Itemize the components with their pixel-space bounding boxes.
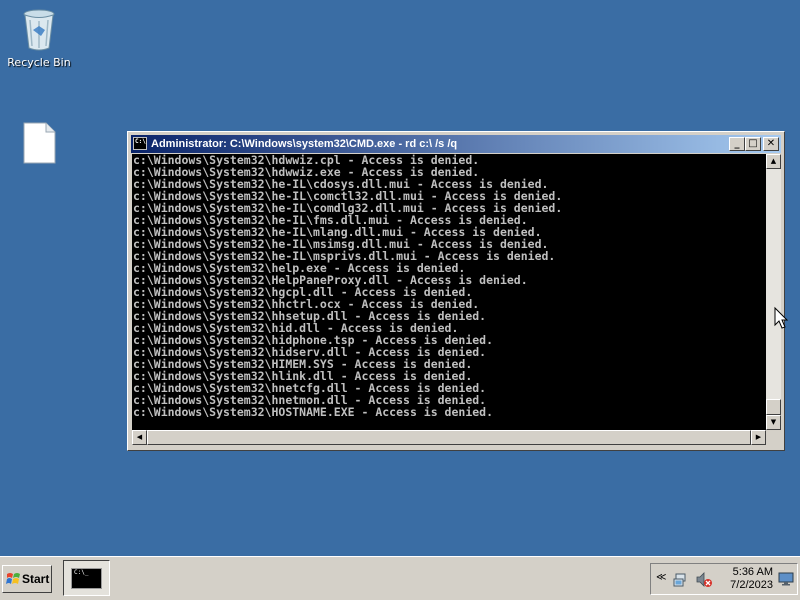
- console-lines: c:\Windows\System32\hdwwiz.cpl - Access …: [133, 154, 562, 418]
- window-titlebar[interactable]: C:\ Administrator: C:\Windows\system32\C…: [131, 135, 781, 153]
- recycle-bin-icon: [23, 9, 55, 51]
- scroll-right-button[interactable]: ▶: [751, 430, 766, 445]
- system-tray: ≪ 5:36 AM 7/2/2023: [650, 563, 798, 595]
- horizontal-scroll-thumb[interactable]: [147, 430, 751, 445]
- taskbar-item-cmd[interactable]: C:\_: [63, 560, 110, 596]
- clock-date: 7/2/2023: [730, 579, 773, 591]
- desktop-icon-file[interactable]: [1, 122, 77, 168]
- minimize-button[interactable]: _: [729, 137, 745, 151]
- scroll-up-button[interactable]: ▲: [766, 154, 781, 169]
- window-title: Administrator: C:\Windows\system32\CMD.e…: [151, 138, 458, 150]
- taskbar: Start C:\_ ≪ 5:36 AM 7/2/2023: [0, 556, 800, 600]
- size-grip[interactable]: [766, 430, 781, 445]
- cmd-app-icon[interactable]: C:\: [133, 137, 147, 150]
- scroll-down-button[interactable]: ▼: [766, 415, 781, 430]
- monitor-icon[interactable]: [778, 571, 794, 587]
- desktop-icon-label: Recycle Bin: [7, 56, 71, 69]
- cmd-taskbar-icon: C:\_: [71, 568, 102, 589]
- close-button[interactable]: ✕: [763, 137, 779, 151]
- clock-time: 5:36 AM: [732, 566, 773, 578]
- desktop-icon-recycle-bin[interactable]: Recycle Bin: [1, 6, 77, 69]
- volume-muted-icon[interactable]: [695, 571, 713, 589]
- desktop: Recycle Bin C:\ Administrator: C:\Window…: [0, 0, 800, 556]
- horizontal-scrollbar[interactable]: ◀ ▶: [132, 430, 766, 445]
- network-icon[interactable]: [673, 572, 689, 588]
- windows-logo-icon: [6, 573, 20, 584]
- cmd-window[interactable]: C:\ Administrator: C:\Windows\system32\C…: [127, 131, 785, 451]
- resize-cursor-icon: [774, 306, 789, 329]
- start-label: Start: [22, 572, 50, 586]
- maximize-button[interactable]: □: [745, 137, 761, 151]
- vertical-scroll-thumb[interactable]: [766, 399, 781, 415]
- console-output[interactable]: c:\Windows\System32\hdwwiz.cpl - Access …: [132, 154, 766, 430]
- clock[interactable]: 5:36 AM 7/2/2023: [721, 566, 773, 592]
- blank-file-icon: [23, 122, 56, 164]
- show-hidden-icons-button[interactable]: ≪: [656, 572, 666, 583]
- start-button[interactable]: Start: [2, 565, 52, 593]
- console-line: c:\Windows\System32\HOSTNAME.EXE - Acces…: [133, 405, 494, 419]
- vertical-scrollbar[interactable]: ▲ ▼: [766, 154, 781, 430]
- scroll-left-button[interactable]: ◀: [132, 430, 147, 445]
